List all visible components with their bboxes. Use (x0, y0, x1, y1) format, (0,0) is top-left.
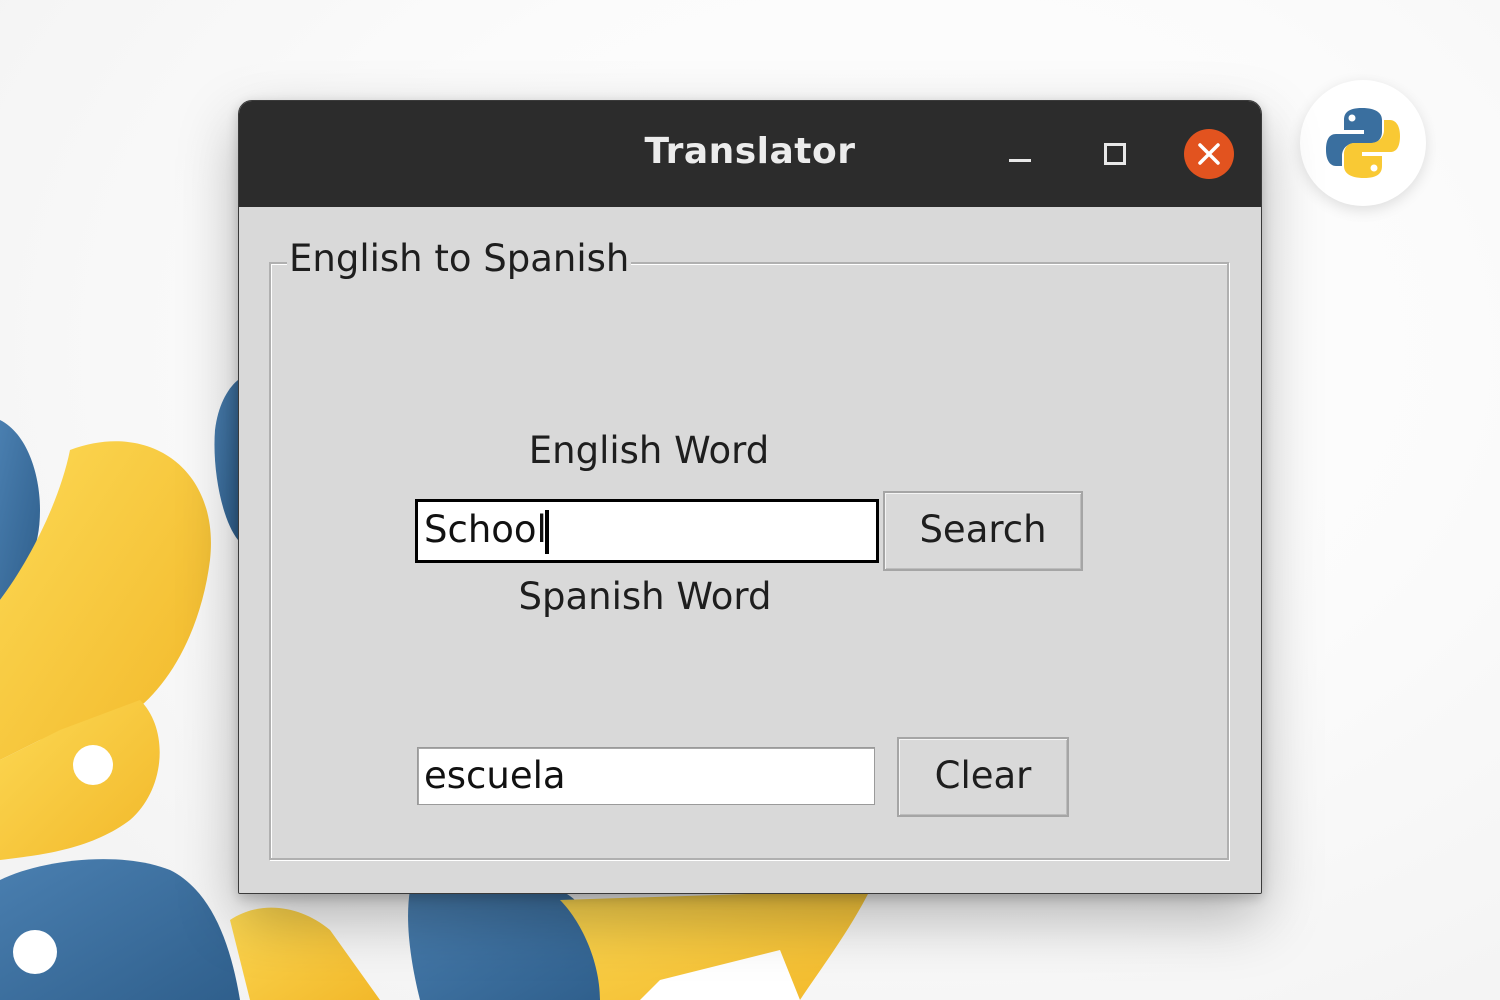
clear-button[interactable]: Clear (897, 737, 1069, 817)
spanish-word-value: escuela (424, 754, 566, 797)
english-word-input[interactable]: School (415, 499, 879, 563)
maximize-icon (1104, 143, 1126, 165)
python-logo-icon (1326, 108, 1400, 178)
close-button[interactable] (1184, 129, 1234, 179)
spanish-word-label: Spanish Word (518, 575, 772, 618)
group-title: English to Spanish (287, 237, 632, 280)
search-button[interactable]: Search (883, 491, 1083, 571)
minimize-button[interactable] (995, 129, 1045, 179)
english-word-label: English Word (528, 429, 770, 472)
title-bar[interactable]: Translator (239, 101, 1261, 207)
minimize-icon (1009, 159, 1031, 162)
text-caret (544, 509, 549, 554)
close-icon (1198, 143, 1220, 165)
maximize-button[interactable] (1090, 129, 1140, 179)
spanish-word-output[interactable]: escuela (417, 747, 875, 805)
english-word-value: School (424, 508, 547, 551)
window-content: English to Spanish English Word School S… (239, 207, 1261, 893)
python-badge (1300, 80, 1426, 206)
translator-window: Translator English to Spanish English Wo… (238, 100, 1262, 894)
